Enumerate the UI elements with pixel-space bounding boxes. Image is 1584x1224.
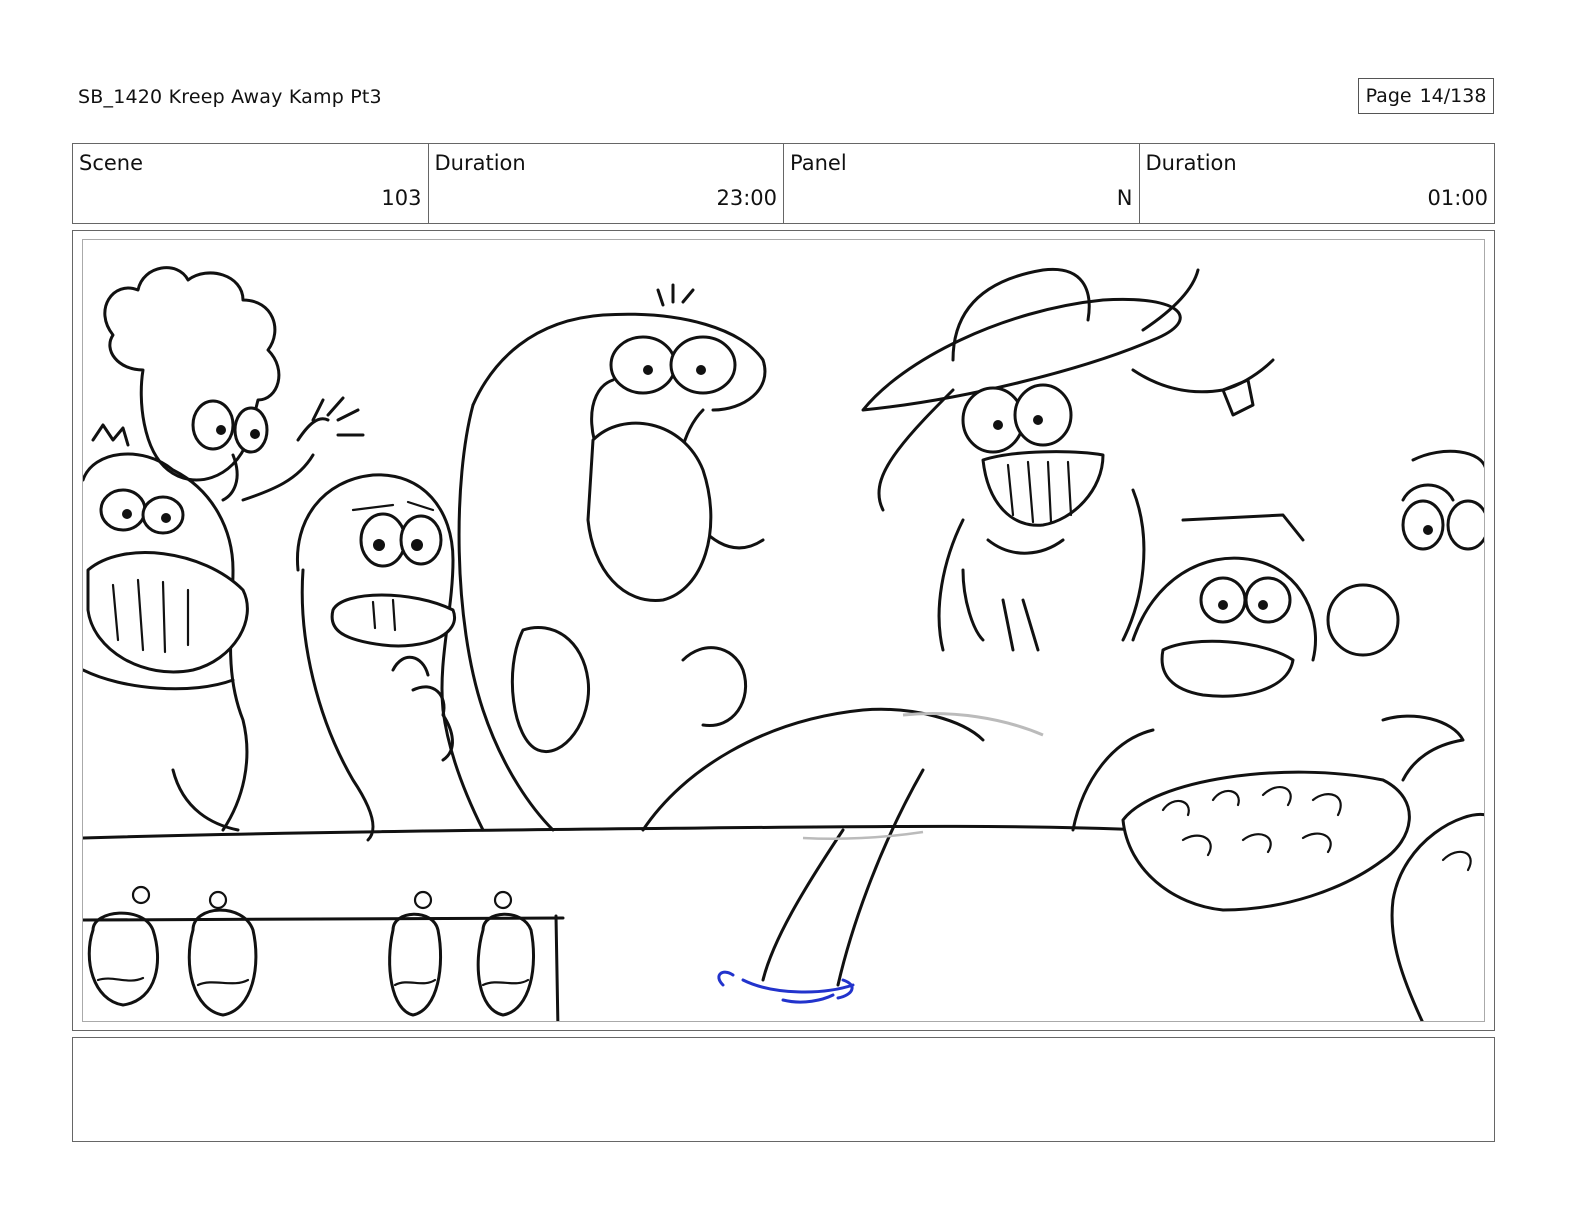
panel-duration-label: Duration bbox=[1145, 151, 1237, 175]
scene-label: Scene bbox=[79, 151, 144, 175]
table-edge-line bbox=[83, 824, 1145, 840]
scene-duration-label: Duration bbox=[434, 151, 526, 175]
panel-info-table: Scene 103 Duration 23:00 Panel N Duratio… bbox=[72, 143, 1495, 224]
tall-screaming-character bbox=[457, 283, 985, 832]
panel-label: Panel bbox=[790, 151, 847, 175]
water-ripple bbox=[717, 970, 855, 1004]
storyboard-sketch-illustration bbox=[83, 266, 1484, 1021]
page-label: Page bbox=[1365, 85, 1412, 107]
page-number: 14/138 bbox=[1419, 85, 1487, 107]
document-title: SB_1420 Kreep Away Kamp Pt3 bbox=[78, 86, 382, 108]
table-leg-line bbox=[554, 914, 560, 1021]
panel-cell: Panel N bbox=[784, 144, 1140, 223]
panel-value: N bbox=[1116, 186, 1133, 210]
curly-hair-character bbox=[103, 266, 365, 502]
scene-duration-cell: Duration 23:00 bbox=[429, 144, 784, 223]
page-indicator: Page 14/138 bbox=[1358, 78, 1494, 114]
scene-value: 103 bbox=[381, 186, 422, 210]
panel-duration-cell: Duration 01:00 bbox=[1140, 144, 1495, 223]
screaming-crown-character bbox=[83, 423, 249, 832]
scene-duration-value: 23:00 bbox=[716, 186, 777, 210]
scene-cell: Scene 103 bbox=[73, 144, 429, 223]
panel-duration-value: 01:00 bbox=[1427, 186, 1488, 210]
worried-glasses-character bbox=[295, 473, 485, 842]
audience-row bbox=[87, 885, 535, 1017]
storyboard-drawing bbox=[82, 239, 1485, 1022]
popcorn-bowls bbox=[1121, 770, 1484, 1021]
panel-notes-box bbox=[72, 1037, 1495, 1142]
storyboard-panel-frame bbox=[72, 230, 1495, 1031]
